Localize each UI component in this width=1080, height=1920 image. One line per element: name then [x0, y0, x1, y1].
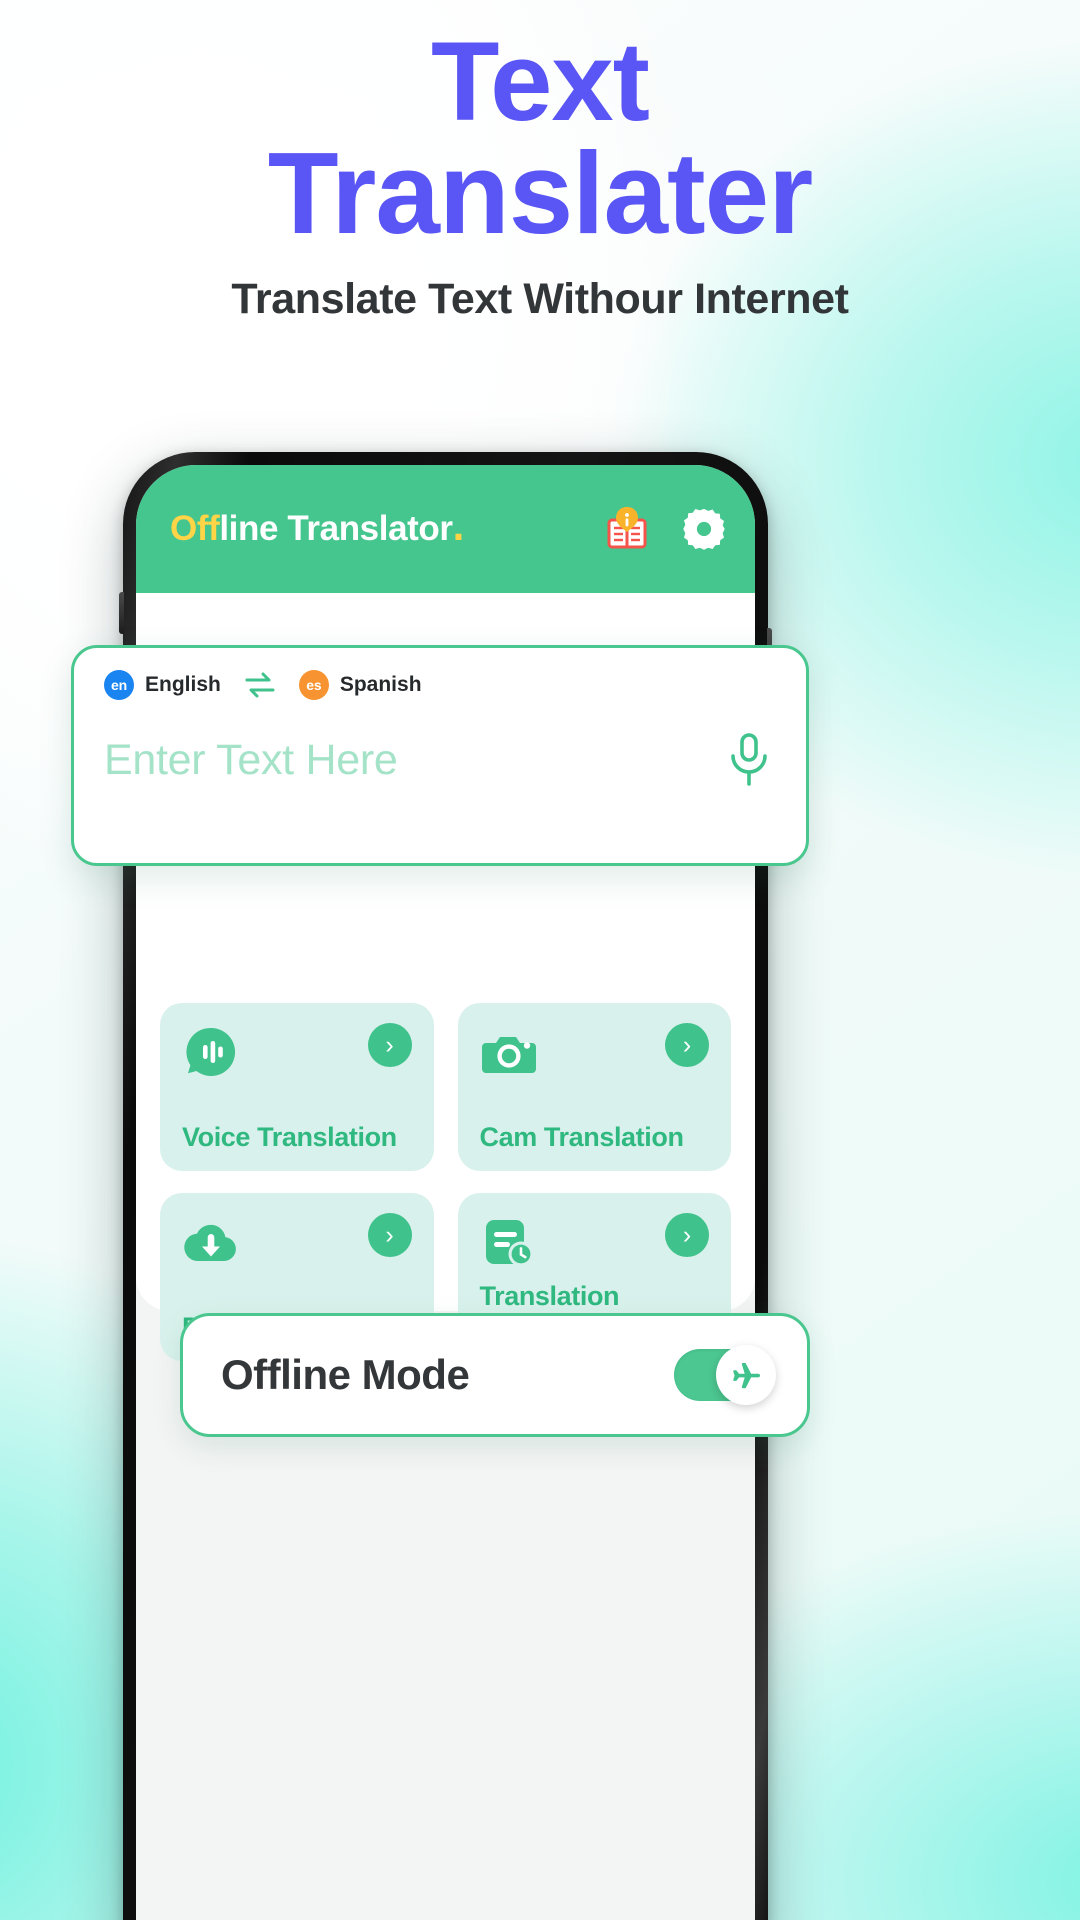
page-subtitle: Translate Text Withour Internet: [231, 275, 849, 324]
text-input[interactable]: [104, 735, 726, 785]
app-title-rest: line Translator: [219, 509, 453, 548]
microphone-icon[interactable]: [726, 732, 772, 788]
dictionary-book-icon[interactable]: [603, 505, 651, 553]
tile-top-row: ›: [182, 1213, 412, 1271]
tile-arrow-icon[interactable]: ›: [665, 1213, 709, 1257]
tile-arrow-icon[interactable]: ›: [367, 1023, 412, 1067]
text-input-row: [104, 732, 776, 788]
airplane-icon: [730, 1359, 762, 1391]
gear-icon[interactable]: [681, 506, 727, 552]
target-language-label: Spanish: [339, 673, 422, 696]
offline-mode-label: Offline Mode: [221, 1351, 470, 1398]
page-title-line2: Translater: [267, 127, 814, 258]
hero-section: Text Translater Translate Text Withour I…: [0, 0, 1080, 324]
tile-top-row: ›: [480, 1023, 709, 1081]
tile-voice-translation[interactable]: › Voice Translation: [160, 1003, 434, 1171]
tile-label: Voice Translation: [182, 1122, 397, 1152]
app-title-prefix: Off: [170, 509, 220, 548]
page-title-line1: Text: [431, 19, 650, 144]
voice-bubble-icon: [182, 1023, 240, 1081]
target-language-selector[interactable]: es Spanish: [298, 670, 422, 700]
cloud-download-icon: [182, 1213, 240, 1271]
camera-icon: [480, 1023, 538, 1081]
feature-tile-grid: › Voice Translation › Cam Translation › …: [136, 1003, 755, 1361]
tile-arrow-icon[interactable]: ›: [367, 1213, 412, 1257]
toggle-knob: [716, 1345, 776, 1405]
source-language-badge: en: [104, 670, 134, 700]
page-title: Text Translater: [0, 0, 1080, 258]
tile-top-row: ›: [480, 1213, 709, 1271]
app-bar: Off line Translator.: [136, 465, 755, 593]
tile-arrow-icon[interactable]: ›: [665, 1023, 709, 1067]
tile-cam-translation[interactable]: › Cam Translation: [457, 1003, 731, 1171]
swap-languages-icon[interactable]: [243, 672, 277, 698]
tile-label: Cam Translation: [479, 1122, 684, 1152]
translate-input-card: en English es Spanish: [71, 645, 809, 866]
offline-mode-bar[interactable]: Offline Mode: [180, 1313, 810, 1437]
target-language-badge: es: [298, 670, 329, 700]
language-selector-row: en English es Spanish: [104, 670, 776, 700]
source-language-label: English: [145, 673, 221, 696]
app-bar-actions: [603, 505, 727, 553]
source-language-selector[interactable]: en English: [104, 670, 221, 700]
history-doc-icon: [480, 1213, 538, 1271]
offline-mode-toggle[interactable]: [674, 1345, 776, 1405]
tile-top-row: ›: [182, 1023, 412, 1081]
app-title: Off line Translator.: [170, 502, 464, 549]
